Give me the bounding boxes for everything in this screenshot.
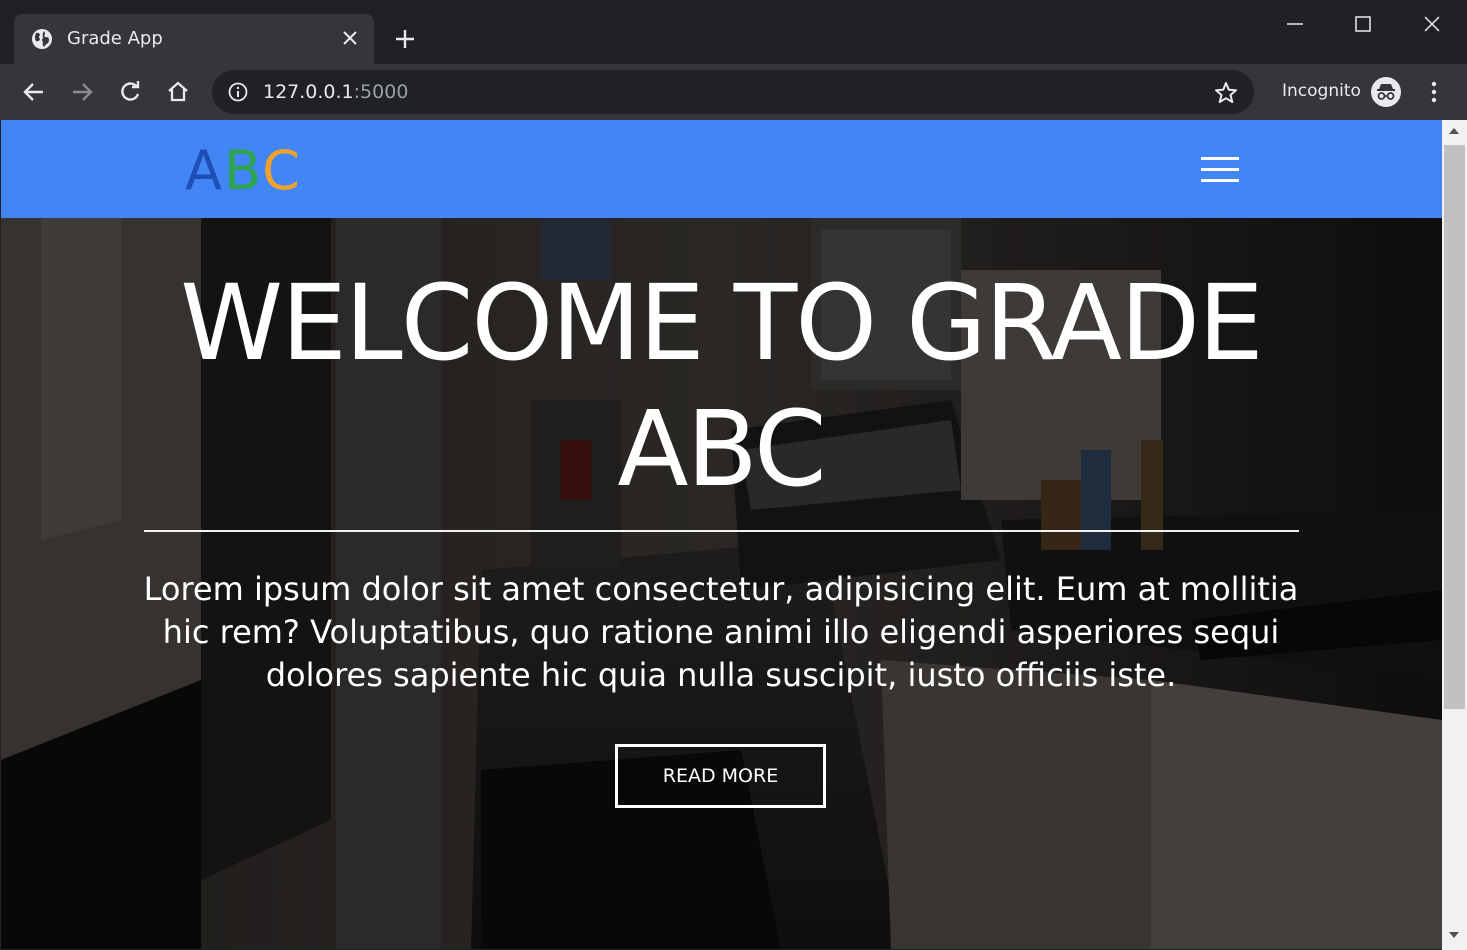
minimize-icon[interactable] xyxy=(1281,10,1309,38)
site-navbar: ABC xyxy=(1,120,1442,218)
new-tab-icon[interactable] xyxy=(392,26,418,52)
scroll-up-arrow-icon[interactable] xyxy=(1449,128,1459,134)
forward-arrow-icon[interactable] xyxy=(68,78,96,106)
logo-letter-a: A xyxy=(185,139,224,202)
incognito-icon[interactable] xyxy=(1370,76,1402,108)
url-host: 127.0.0.1 xyxy=(263,81,354,103)
scroll-down-arrow-icon[interactable] xyxy=(1449,932,1459,938)
tab-title: Grade App xyxy=(67,28,163,49)
hero-background-image xyxy=(1,120,1442,949)
hero-divider xyxy=(144,530,1299,532)
logo-letter-c: C xyxy=(262,139,302,202)
incognito-label: Incognito xyxy=(1282,81,1361,101)
read-more-button[interactable]: READ MORE xyxy=(615,744,826,808)
browser-toolbar: 127.0.0.1:5000 Incognito xyxy=(0,64,1467,120)
globe-icon xyxy=(32,29,52,49)
info-icon[interactable] xyxy=(227,81,249,103)
maximize-icon[interactable] xyxy=(1349,10,1377,38)
logo-letter-b: B xyxy=(223,139,263,202)
scrollbar[interactable] xyxy=(1442,120,1467,950)
hamburger-icon[interactable] xyxy=(1201,156,1241,184)
close-tab-icon[interactable] xyxy=(339,27,361,49)
back-arrow-icon[interactable] xyxy=(20,78,48,106)
site-logo[interactable]: ABC xyxy=(185,140,302,202)
hero-title: WELCOME TO GRADE ABC xyxy=(180,262,1263,510)
reload-icon[interactable] xyxy=(116,78,144,106)
scroll-thumb[interactable] xyxy=(1444,145,1465,709)
url-text[interactable]: 127.0.0.1:5000 xyxy=(263,81,408,103)
star-icon[interactable] xyxy=(1213,80,1239,106)
browser-title-bar: Grade App xyxy=(0,0,1467,64)
browser-tab[interactable]: Grade App xyxy=(14,14,374,64)
close-window-icon[interactable] xyxy=(1418,10,1446,38)
home-icon[interactable] xyxy=(164,78,192,106)
menu-icon[interactable] xyxy=(1421,78,1447,106)
hero-text: Lorem ipsum dolor sit amet consectetur, … xyxy=(143,570,1299,694)
url-port: :5000 xyxy=(353,81,409,103)
address-bar[interactable]: 127.0.0.1:5000 xyxy=(212,70,1254,114)
page-viewport: ABC WELCOME TO GRADE ABC Lorem ipsum dol… xyxy=(1,120,1442,949)
